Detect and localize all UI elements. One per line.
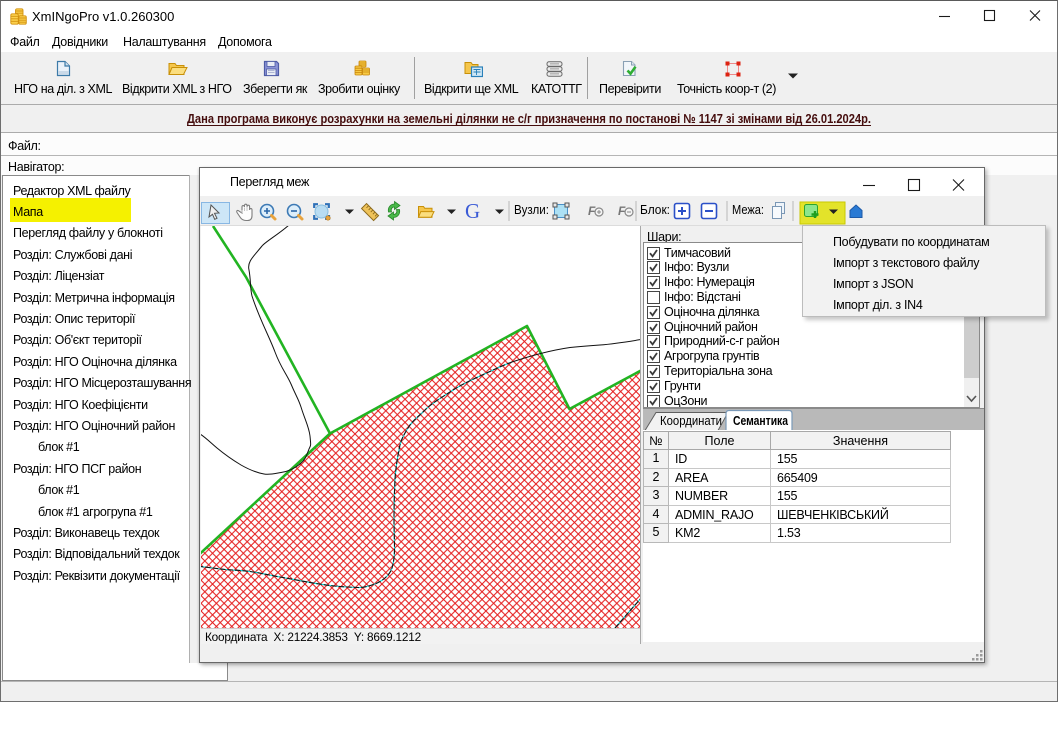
svg-text:Блок:: Блок: [640,203,670,217]
svg-text:Семантика: Семантика [733,413,789,428]
svg-text:Координати: Координати [660,413,722,428]
svg-text:G: G [465,199,480,223]
svg-text:Межа:: Межа: [732,203,764,217]
svg-text:Вузли:: Вузли: [514,203,549,217]
svg-text:Дана програма виконує розрахун: Дана програма виконує розрахунки на земе… [187,111,871,126]
